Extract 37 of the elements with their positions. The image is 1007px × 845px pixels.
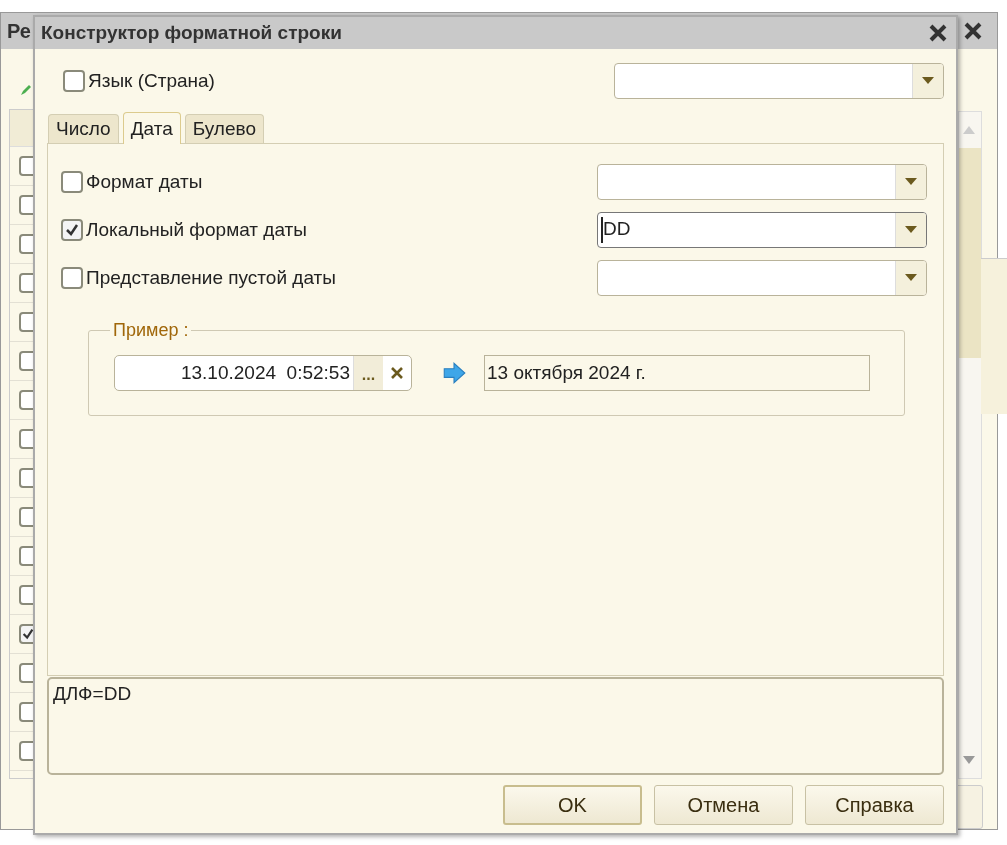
checkbox[interactable] (63, 70, 85, 92)
checkbox-label: Локальный формат даты (86, 219, 308, 241)
tab[interactable]: Число (48, 114, 119, 143)
dropdown-field[interactable] (597, 260, 927, 296)
checkbox[interactable] (61, 267, 83, 289)
window-title: Конструктор форматной строки (41, 22, 342, 44)
checkmark-icon (21, 627, 35, 641)
checkbox-label: Формат даты (86, 171, 204, 193)
window-title: Ре (7, 19, 31, 43)
dialog-button[interactable]: Отмена (654, 785, 793, 825)
dropdown-arrow-icon (905, 226, 917, 234)
dropdown-arrow-icon (905, 178, 917, 186)
checkbox[interactable] (61, 219, 83, 241)
choose-button[interactable]: ... (353, 356, 383, 390)
dialog-button[interactable]: Справка (805, 785, 944, 825)
checkmark-icon (64, 222, 80, 238)
result-field: 13 октября 2024 г. (484, 355, 870, 391)
close-icon[interactable] (928, 23, 948, 43)
dialog-button[interactable]: OK (503, 785, 642, 825)
tab[interactable]: Дата (122, 112, 181, 144)
checkbox-label: Представление пустой даты (86, 267, 337, 289)
format-string-field[interactable]: ДЛФ=DD (47, 677, 944, 775)
arrow-right-icon (441, 360, 467, 386)
dropdown-arrow-icon (922, 77, 934, 85)
checkbox-label: Язык (Страна) (88, 70, 216, 92)
checkbox[interactable] (61, 171, 83, 193)
pencil-icon[interactable] (19, 83, 33, 97)
dropdown-field[interactable] (597, 164, 927, 200)
clear-icon[interactable] (391, 367, 403, 379)
dropdown-arrow-icon (905, 274, 917, 282)
close-icon[interactable] (963, 21, 983, 41)
dropdown-field[interactable]: DD (597, 212, 927, 248)
group-label: Пример : (112, 320, 190, 341)
dropdown-field[interactable] (614, 63, 944, 99)
tab[interactable]: Булево (184, 114, 264, 143)
scrollbar[interactable] (958, 111, 982, 779)
date-input-field[interactable]: 13.10.2024 0:52:53 ... (114, 355, 412, 391)
